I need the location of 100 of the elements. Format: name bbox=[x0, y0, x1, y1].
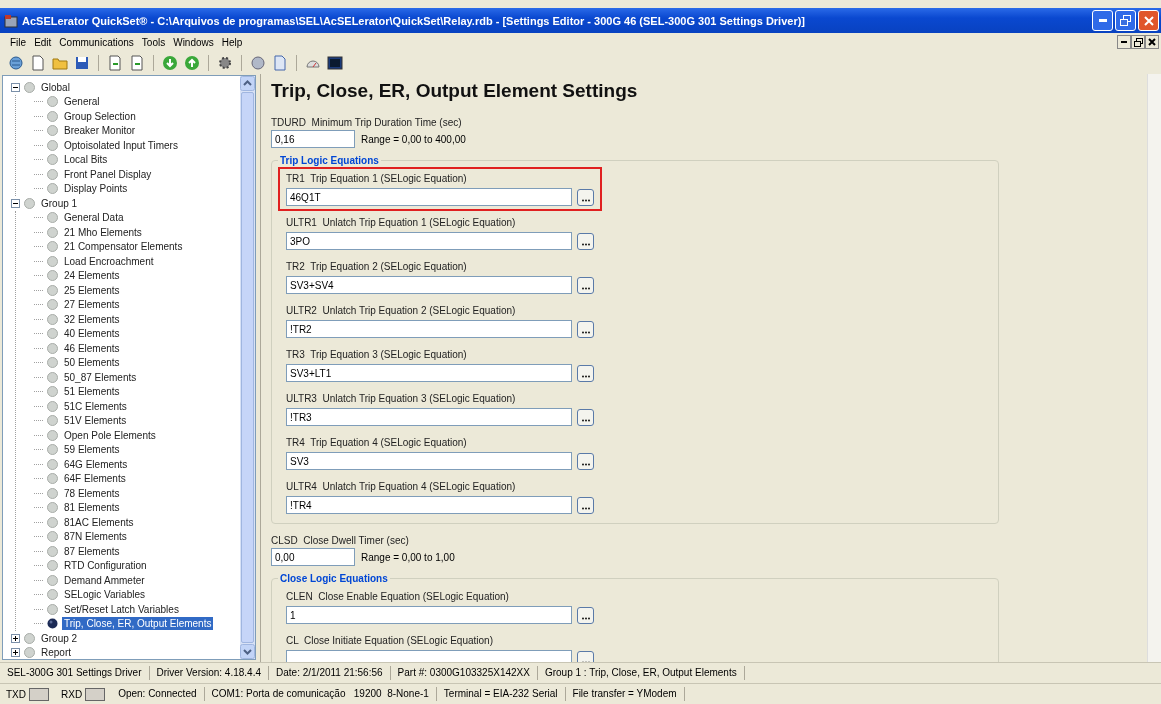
tree-item[interactable]: 59 Elements bbox=[62, 443, 122, 457]
page-heading: Trip, Close, ER, Output Element Settings bbox=[271, 80, 639, 102]
browse-button[interactable] bbox=[577, 276, 594, 294]
tree-item[interactable]: 78 Elements bbox=[62, 486, 122, 500]
document-arrow-icon[interactable] bbox=[107, 54, 123, 71]
equation-field[interactable]: !TR3 bbox=[286, 408, 573, 426]
tree-item[interactable]: 21 Compensator Elements bbox=[62, 240, 185, 254]
menu-item[interactable]: Tools bbox=[137, 36, 170, 48]
ellipsis-icon bbox=[581, 330, 590, 334]
menu-item[interactable]: File bbox=[6, 36, 31, 48]
tree-item[interactable]: 51V Elements bbox=[62, 414, 129, 428]
scroll-down-icon[interactable] bbox=[240, 644, 255, 659]
scroll-up-icon[interactable] bbox=[240, 76, 255, 91]
tree-item[interactable]: Local Bits bbox=[62, 153, 110, 167]
field-label: CLEN Close Enable Equation (SELogic Equation) bbox=[286, 590, 510, 604]
tree-item[interactable]: Optoisolated Input Timers bbox=[62, 138, 180, 152]
scrollbar[interactable] bbox=[1147, 74, 1161, 662]
tree-item[interactable]: Group Selection bbox=[62, 109, 138, 123]
browse-button[interactable] bbox=[577, 408, 594, 426]
status-dot-icon bbox=[47, 328, 58, 340]
browse-button[interactable] bbox=[577, 188, 594, 206]
tree-item[interactable]: Group 2 bbox=[39, 631, 80, 645]
tree-item[interactable]: SELogic Variables bbox=[62, 588, 147, 602]
equation-field[interactable]: 46Q1T bbox=[286, 188, 573, 206]
status-dot-icon bbox=[47, 618, 58, 630]
collapse-icon[interactable] bbox=[11, 82, 20, 92]
tree-item[interactable]: 27 Elements bbox=[62, 298, 122, 312]
browse-button[interactable] bbox=[577, 232, 594, 250]
tree-item[interactable]: 32 Elements bbox=[62, 312, 122, 326]
expand-icon[interactable] bbox=[11, 648, 20, 658]
minimize-button[interactable] bbox=[1117, 35, 1131, 49]
browse-button[interactable] bbox=[577, 320, 594, 338]
tree-item[interactable]: General Data bbox=[62, 211, 126, 225]
tree-item[interactable]: Global bbox=[39, 80, 72, 94]
tree-item[interactable]: Demand Ammeter bbox=[62, 573, 147, 587]
gear-icon[interactable] bbox=[217, 54, 233, 71]
indicator-label: TXD bbox=[6, 688, 26, 700]
tree-item[interactable]: 87N Elements bbox=[62, 530, 129, 544]
tree-item[interactable]: RTD Configuration bbox=[62, 559, 149, 573]
equation-field[interactable]: SV3 bbox=[286, 452, 573, 470]
tree-item[interactable]: 50 Elements bbox=[62, 356, 122, 370]
browse-button[interactable] bbox=[577, 606, 594, 624]
status-dot-icon bbox=[47, 183, 58, 195]
restore-button[interactable] bbox=[1131, 35, 1145, 49]
tree-item[interactable]: Front Panel Display bbox=[62, 167, 154, 181]
status-dot-icon bbox=[47, 386, 58, 398]
status-dot-icon bbox=[47, 212, 58, 224]
tree-item[interactable]: Report bbox=[39, 646, 73, 659]
equation-field[interactable]: SV3+LT1 bbox=[286, 364, 573, 382]
equation-field[interactable]: 1 bbox=[286, 606, 573, 624]
menu-item[interactable]: Windows bbox=[169, 36, 218, 48]
tree-item[interactable]: 46 Elements bbox=[62, 341, 122, 355]
status-dot-icon bbox=[47, 313, 58, 325]
tree-item[interactable]: Display Points bbox=[62, 182, 130, 196]
tree-item[interactable]: 87 Elements bbox=[62, 544, 122, 558]
tree-item[interactable]: 40 Elements bbox=[62, 327, 122, 341]
ellipsis-icon bbox=[581, 418, 590, 422]
save-icon[interactable] bbox=[74, 54, 90, 71]
tree-item[interactable]: 21 Mho Elements bbox=[62, 225, 144, 239]
expand-icon[interactable] bbox=[11, 633, 20, 643]
close-button[interactable] bbox=[1145, 35, 1159, 49]
tree-item[interactable]: Load Encroachment bbox=[62, 254, 156, 268]
tree-item[interactable]: Open Pole Elements bbox=[62, 428, 158, 442]
monitor-icon[interactable] bbox=[327, 54, 343, 71]
browse-button[interactable] bbox=[577, 650, 594, 662]
restore-icon bbox=[1133, 37, 1143, 47]
document-icon[interactable] bbox=[30, 54, 46, 71]
browse-button[interactable] bbox=[577, 452, 594, 470]
number-field[interactable]: 0,00 bbox=[271, 548, 355, 566]
tree-item[interactable]: Group 1 bbox=[39, 196, 80, 210]
tree-item[interactable]: 25 Elements bbox=[62, 283, 122, 297]
menu-item[interactable]: Communications bbox=[55, 36, 138, 48]
tree-item[interactable]: 64G Elements bbox=[62, 457, 130, 471]
equation-field[interactable]: 3PO bbox=[286, 232, 573, 250]
tree-item[interactable]: Breaker Monitor bbox=[62, 124, 138, 138]
tree-item[interactable]: Set/Reset Latch Variables bbox=[62, 602, 181, 616]
browse-button[interactable] bbox=[577, 364, 594, 382]
equation-field[interactable]: SV3+SV4 bbox=[286, 276, 573, 294]
equation-field[interactable]: !TR2 bbox=[286, 320, 573, 338]
status-dot-icon bbox=[47, 154, 58, 166]
tree-item[interactable]: 64F Elements bbox=[62, 472, 128, 486]
tree-item[interactable]: 24 Elements bbox=[62, 269, 122, 283]
menu-item[interactable]: Help bbox=[217, 36, 247, 48]
number-field[interactable]: 0,16 bbox=[271, 130, 355, 148]
tree-item[interactable]: 50_87 Elements bbox=[62, 370, 139, 384]
document-icon[interactable] bbox=[272, 54, 288, 71]
indicator-label: RXD bbox=[61, 688, 83, 700]
scrollbar[interactable] bbox=[240, 76, 255, 659]
collapse-icon[interactable] bbox=[11, 198, 20, 208]
field-label: CLSD Close Dwell Timer (sec) bbox=[271, 534, 410, 548]
tree-item[interactable]: Trip, Close, ER, Output Elements bbox=[62, 617, 214, 631]
tree-item[interactable]: 51C Elements bbox=[62, 399, 129, 413]
document-arrow-icon[interactable] bbox=[129, 54, 145, 71]
menu-item[interactable]: Edit bbox=[30, 36, 56, 48]
tree-item[interactable]: General bbox=[62, 95, 102, 109]
tree-item[interactable]: 81AC Elements bbox=[62, 515, 136, 529]
tree-item[interactable]: 81 Elements bbox=[62, 501, 122, 515]
browse-button[interactable] bbox=[577, 496, 594, 514]
equation-field[interactable]: !TR4 bbox=[286, 496, 573, 514]
tree-item[interactable]: 51 Elements bbox=[62, 385, 122, 399]
